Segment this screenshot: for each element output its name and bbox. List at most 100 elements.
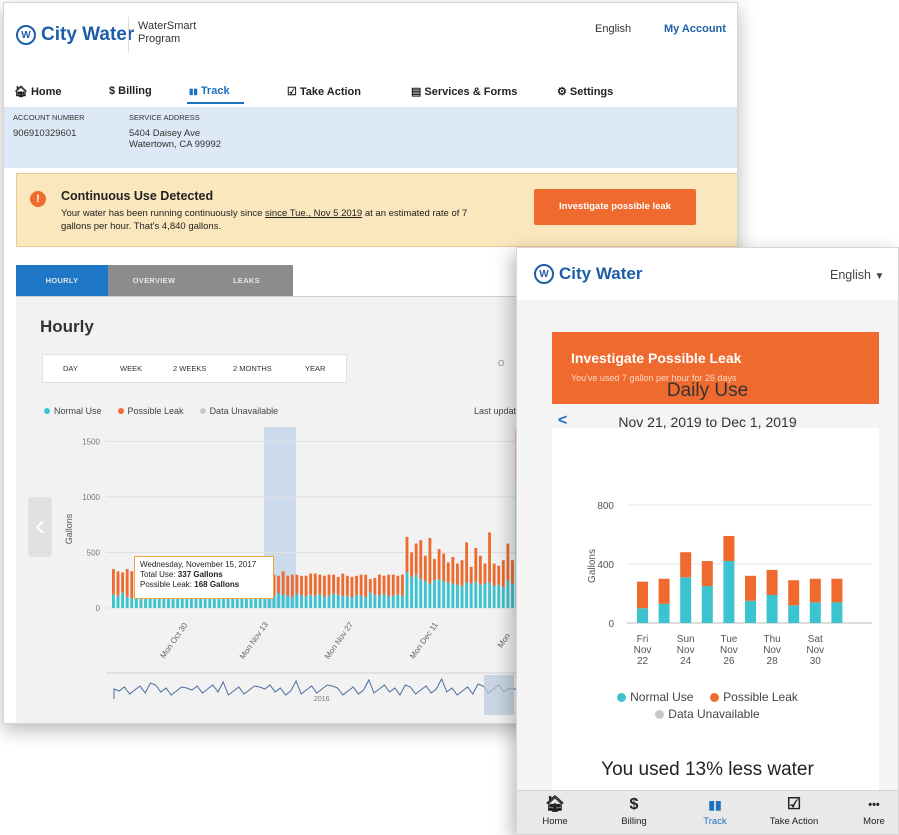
x-tick-label: Sat — [808, 634, 823, 645]
bar-normal-use — [373, 594, 377, 608]
checkbox-icon: ☑ — [786, 796, 802, 813]
my-account-link[interactable]: My Account — [664, 23, 726, 35]
tab-overview[interactable]: OVERVIEW — [108, 265, 200, 296]
x-tick-label: Mon Oct 30 — [158, 621, 189, 660]
bar-normal-use — [378, 595, 381, 608]
bar-possible-leak — [478, 555, 482, 585]
y-tick-label: 800 — [597, 501, 614, 512]
alert-title: Continuous Use Detected — [61, 189, 214, 203]
tooltip-leak: Possible Leak: 168 Gallons — [140, 580, 268, 590]
bar-possible-leak — [701, 561, 713, 587]
bar-possible-leak — [658, 578, 670, 604]
bar-normal-use — [456, 584, 459, 608]
program-name: WaterSmart Program — [138, 20, 197, 45]
bar-possible-leak — [460, 560, 464, 586]
bar-normal-use — [277, 593, 280, 608]
legend-data-unavailable[interactable]: Data Unavailable — [517, 706, 898, 723]
investigate-leak-button[interactable]: Investigate possible leak — [534, 189, 696, 225]
bar-possible-leak — [456, 563, 459, 585]
usage-summary: You used 13% less water — [601, 759, 814, 780]
main-nav: 🏠︎ Home $ Billing ▮▮ Track ☑ Take Action… — [4, 81, 737, 105]
bar-normal-use — [831, 602, 843, 623]
bar-possible-leak — [309, 573, 313, 595]
tabbar-home[interactable]: 🏠︎ Home — [525, 795, 585, 829]
x-tick-label: 28 — [767, 656, 779, 667]
x-tick-label: Nov — [806, 645, 824, 656]
nav-services-forms[interactable]: ▤ Services & Forms — [411, 85, 517, 99]
legend-normal-dot — [617, 693, 627, 702]
tooltip-total-value: 337 Gallons — [177, 570, 223, 579]
continuous-use-alert: ! Continuous Use Detected Your water has… — [16, 173, 737, 247]
alert-body-prefix: Your water has been running continuously… — [61, 208, 266, 219]
bar-possible-leak — [442, 553, 446, 582]
legend-leak-dot — [710, 693, 720, 702]
legend-possible-leak[interactable]: Possible Leak — [710, 690, 798, 704]
chart-tooltip: Wednesday, November 15, 2017 Total Use: … — [134, 556, 274, 599]
bar-possible-leak — [378, 574, 381, 596]
x-tick-label: Mon Dec 11 — [408, 620, 440, 660]
bar-possible-leak — [483, 563, 487, 584]
bar-normal-use — [359, 595, 363, 608]
bar-possible-leak — [469, 566, 473, 584]
bar-possible-leak — [121, 572, 125, 593]
tab-hourly[interactable]: HOURLY — [16, 265, 108, 296]
nav-label: Take Action — [299, 85, 361, 98]
x-tick-label: Nov — [634, 645, 652, 656]
bar-normal-use — [437, 579, 441, 608]
bar-possible-leak — [318, 574, 322, 595]
bar-possible-leak — [345, 575, 349, 596]
tabbar-more[interactable]: ••• More — [844, 795, 898, 829]
account-number-label: ACCOUNT NUMBER — [13, 113, 85, 122]
x-tick-label: 26 — [723, 656, 735, 667]
tooltip-leak-label: Possible Leak: — [140, 580, 195, 589]
language-selector[interactable]: English — [595, 23, 631, 35]
tab-leaks[interactable]: LEAKS — [200, 265, 293, 296]
x-tick-label: Mon Nov 13 — [238, 620, 270, 661]
nav-settings[interactable]: ⚙ Settings — [557, 85, 613, 99]
bar-normal-use — [116, 595, 120, 608]
more-icon: ••• — [868, 799, 880, 811]
bar-possible-leak — [391, 574, 395, 596]
alert-date-link[interactable]: since Tue., Nov 5 2019 — [265, 208, 362, 219]
service-address-label: SERVICE ADDRESS — [129, 113, 200, 122]
y-tick-label: 1000 — [82, 493, 100, 502]
legend-label: Possible Leak — [723, 690, 798, 704]
bar-normal-use — [745, 600, 756, 623]
bar-possible-leak — [277, 575, 280, 593]
bar-normal-use — [364, 596, 368, 608]
alert-icon: ! — [30, 191, 46, 207]
bar-possible-leak — [300, 575, 303, 596]
bar-possible-leak — [451, 556, 455, 584]
service-address-line1: 5404 Daisey Ave — [129, 128, 201, 139]
nav-billing[interactable]: $ Billing — [109, 85, 152, 97]
bar-possible-leak — [446, 562, 450, 583]
bar-possible-leak — [506, 543, 510, 581]
city-water-logo[interactable]: W City Water — [16, 24, 134, 46]
tabbar-track[interactable]: ▮▮ Track — [685, 795, 745, 829]
bar-normal-use — [336, 594, 340, 608]
bar-normal-use — [290, 596, 294, 608]
bar-possible-leak — [382, 575, 386, 594]
bar-possible-leak — [295, 574, 299, 594]
tabbar-take-action[interactable]: ☑ Take Action — [764, 795, 824, 829]
x-tick-label: 24 — [680, 656, 692, 667]
bar-possible-leak — [359, 574, 363, 596]
bar-normal-use — [788, 605, 800, 623]
bar-normal-use — [396, 594, 400, 608]
bar-normal-use — [658, 603, 670, 623]
bar-possible-leak — [405, 536, 409, 573]
alert-body: Your water has been running continuously… — [61, 207, 491, 233]
bar-normal-use — [180, 598, 184, 608]
nav-track[interactable]: ▮▮ Track — [189, 85, 230, 97]
nav-take-action[interactable]: ☑ Take Action — [287, 85, 361, 99]
tabbar-billing[interactable]: $ Billing — [604, 795, 664, 829]
bar-possible-leak — [433, 559, 436, 581]
water-drop-icon: W — [16, 25, 36, 45]
legend-normal-use[interactable]: Normal Use — [617, 690, 693, 704]
nav-home[interactable]: 🏠︎ Home — [14, 85, 62, 99]
bar-normal-use — [295, 593, 299, 608]
mobile-legend-row1: Normal Use Possible Leak — [517, 689, 898, 706]
bar-normal-use — [309, 594, 313, 608]
y-tick-label: 0 — [96, 604, 101, 613]
bar-possible-leak — [465, 542, 469, 583]
